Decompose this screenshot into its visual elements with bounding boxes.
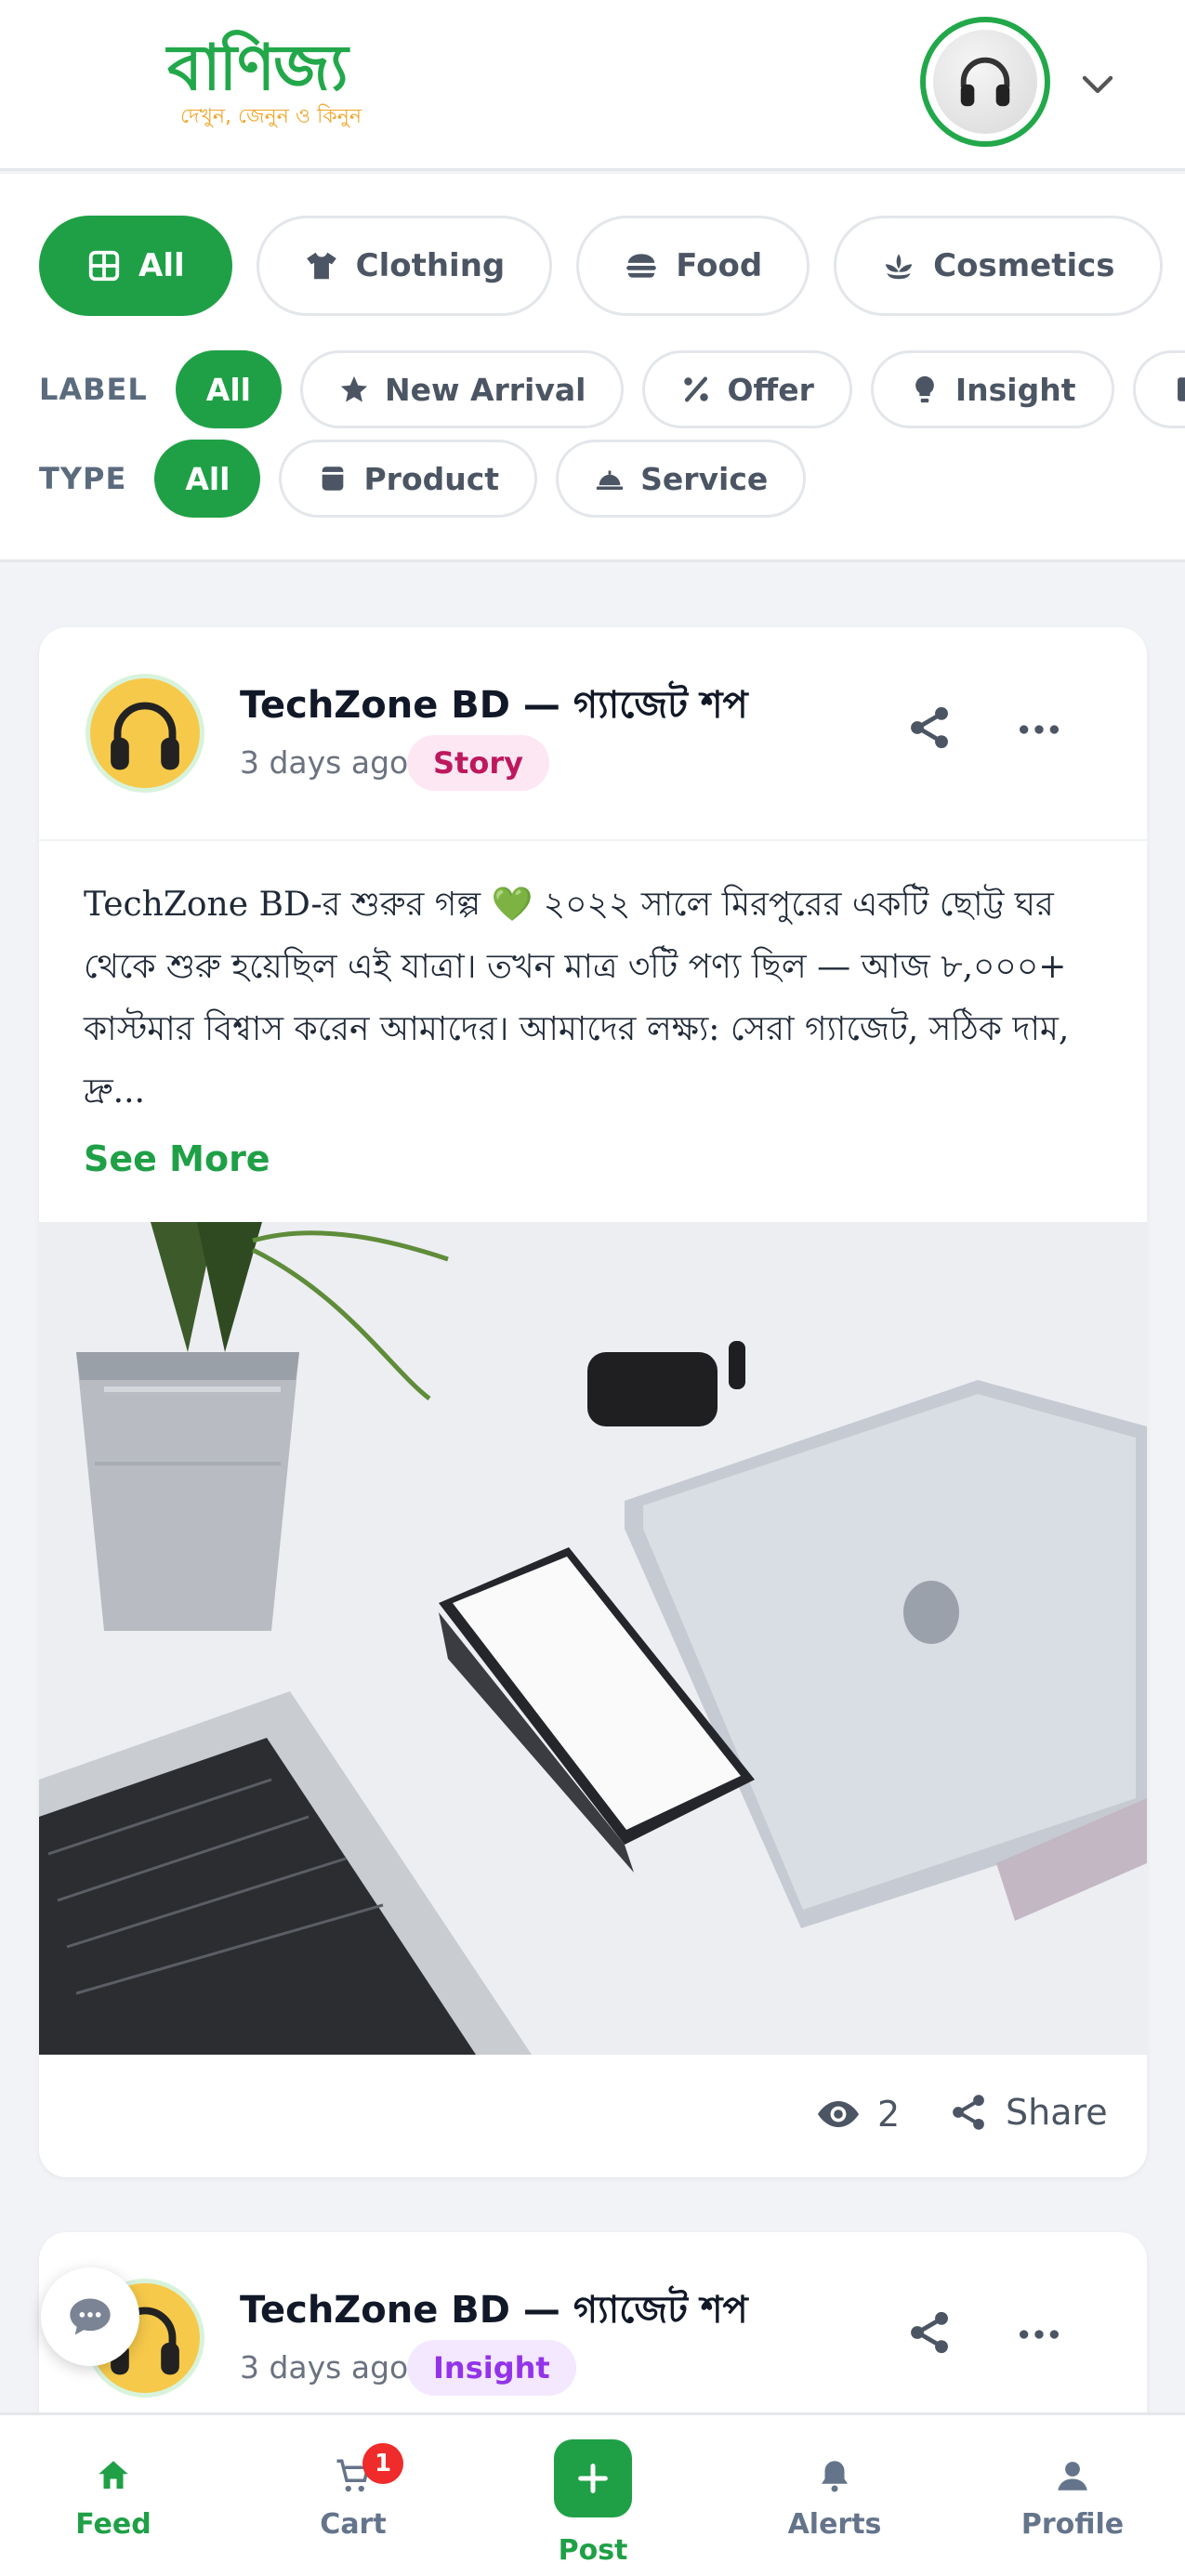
category-chip-food[interactable]: Food [576, 216, 810, 316]
label-row-title: LABEL [39, 372, 148, 407]
type-chip-text: Service [640, 460, 769, 497]
lotus-icon [885, 254, 913, 280]
filter-panel: All Clothing Food Cosmetics LABEL All Ne… [0, 174, 1185, 562]
new-post-button[interactable] [554, 2439, 632, 2517]
share-icon[interactable] [905, 2308, 954, 2357]
grid-icon [88, 250, 120, 282]
category-chip-label: Cosmetics [933, 247, 1115, 284]
label-chip-new-arrival[interactable]: New Arrival [299, 350, 625, 428]
shop-avatar[interactable] [86, 674, 204, 793]
plus-icon [578, 2464, 608, 2493]
nav-post-label[interactable]: Post [520, 2534, 665, 2567]
label-chip-insight[interactable]: Insight [870, 350, 1114, 428]
share-icon [953, 2095, 984, 2130]
bell-icon [822, 2461, 848, 2492]
label-chip-text: All [205, 371, 251, 408]
view-count: 2 [816, 2092, 900, 2136]
see-more-link[interactable]: See More [84, 1138, 270, 1179]
post-tag: Story [407, 735, 549, 791]
app-logo[interactable]: বাণিজ্য দেখুন, জেনুন ও কিনুন [167, 32, 362, 135]
type-chip-text: Product [363, 460, 500, 497]
user-icon [1058, 2462, 1087, 2491]
type-chip-text: All [185, 460, 230, 497]
shop-name[interactable]: TechZone BD — গ্যাজেট শপ [240, 676, 748, 738]
label-chip-text: New Arrival [384, 371, 586, 408]
star-icon [340, 375, 368, 402]
burger-icon [626, 254, 657, 278]
category-chip-clothing[interactable]: Clothing [256, 216, 553, 316]
cart-badge: 1 [362, 2443, 403, 2484]
eye-icon [818, 2101, 859, 2127]
nav-cart-label: Cart [320, 2508, 387, 2541]
chat-button[interactable] [41, 2267, 139, 2366]
lightbulb-icon [915, 375, 934, 403]
label-chip-text: Insight [955, 371, 1076, 408]
logo-text: বাণিজ্য [167, 31, 349, 105]
app-header: বাণিজ্য দেখুন, জেনুন ও কিনুন [0, 0, 1185, 171]
nav-profile-label: Profile [1020, 2508, 1125, 2541]
share-label: Share [1006, 2092, 1108, 2133]
label-chip-offer[interactable]: Offer [642, 350, 852, 428]
nav-feed-label: Feed [75, 2508, 151, 2541]
category-chip-label: Clothing [355, 247, 506, 284]
category-chip-label: Food [676, 247, 763, 284]
more-options-icon[interactable] [1013, 703, 1065, 756]
type-chip-all[interactable]: All [154, 440, 261, 518]
more-options-icon[interactable] [1013, 2308, 1065, 2360]
book-icon [1177, 377, 1185, 401]
bottom-navigation: Feed 1 Cart Post Alerts Profile [0, 2412, 1185, 2576]
type-row-title: TYPE [39, 461, 127, 496]
nav-profile[interactable]: Profile [998, 2456, 1147, 2541]
post-image[interactable] [39, 1222, 1147, 2055]
post-footer: 2 Share [39, 2055, 1147, 2177]
share-button[interactable]: Share [948, 2092, 1108, 2133]
post-text: TechZone BD-র শুরুর গল্প 💚 ২০২২ সালে মির… [84, 886, 1070, 1111]
nav-alerts-label: Alerts [787, 2508, 882, 2541]
category-chip-label: All [138, 247, 185, 284]
chat-bubble-icon [70, 2298, 111, 2335]
nav-feed[interactable]: Feed [39, 2456, 188, 2541]
bell-service-icon [596, 470, 624, 491]
label-chip-more[interactable] [1132, 350, 1185, 428]
shop-name[interactable]: TechZone BD — গ্যাজেট শপ [240, 2280, 748, 2343]
view-count-value: 2 [877, 2094, 901, 2135]
label-filter-row: LABEL All New Arrival Offer Insight [39, 350, 1185, 428]
post-time: 3 days ago [240, 2349, 409, 2385]
type-filter-row: TYPE All Product Service [39, 440, 807, 518]
post-header: TechZone BD — গ্যাজেট শপ 3 days ago Stor… [39, 627, 1147, 841]
category-chips: All Clothing Food Cosmetics [39, 216, 1163, 316]
home-icon [99, 2461, 128, 2489]
headphones-icon [111, 702, 179, 770]
shirt-icon [306, 252, 336, 280]
user-avatar[interactable] [920, 17, 1050, 147]
headphones-icon [960, 57, 1010, 107]
type-chip-service[interactable]: Service [556, 440, 807, 518]
nav-alerts[interactable]: Alerts [760, 2456, 909, 2541]
post-time: 3 days ago [240, 744, 409, 781]
share-icon[interactable] [905, 703, 954, 752]
percent-icon [684, 376, 709, 402]
category-chip-cosmetics[interactable]: Cosmetics [834, 216, 1163, 316]
label-chip-text: Offer [727, 371, 814, 408]
label-chip-all[interactable]: All [175, 350, 282, 428]
logo-tagline: দেখুন, জেনুন ও কিনুন [180, 105, 362, 128]
box-icon [323, 467, 344, 491]
type-chip-product[interactable]: Product [279, 440, 538, 518]
nav-cart[interactable]: 1 Cart [279, 2443, 428, 2541]
category-chip-all[interactable]: All [39, 216, 232, 316]
post-tag: Insight [407, 2340, 576, 2396]
chevron-down-icon[interactable] [1078, 65, 1117, 104]
post-card: TechZone BD — গ্যাজেট শপ 3 days ago Stor… [39, 627, 1147, 2177]
